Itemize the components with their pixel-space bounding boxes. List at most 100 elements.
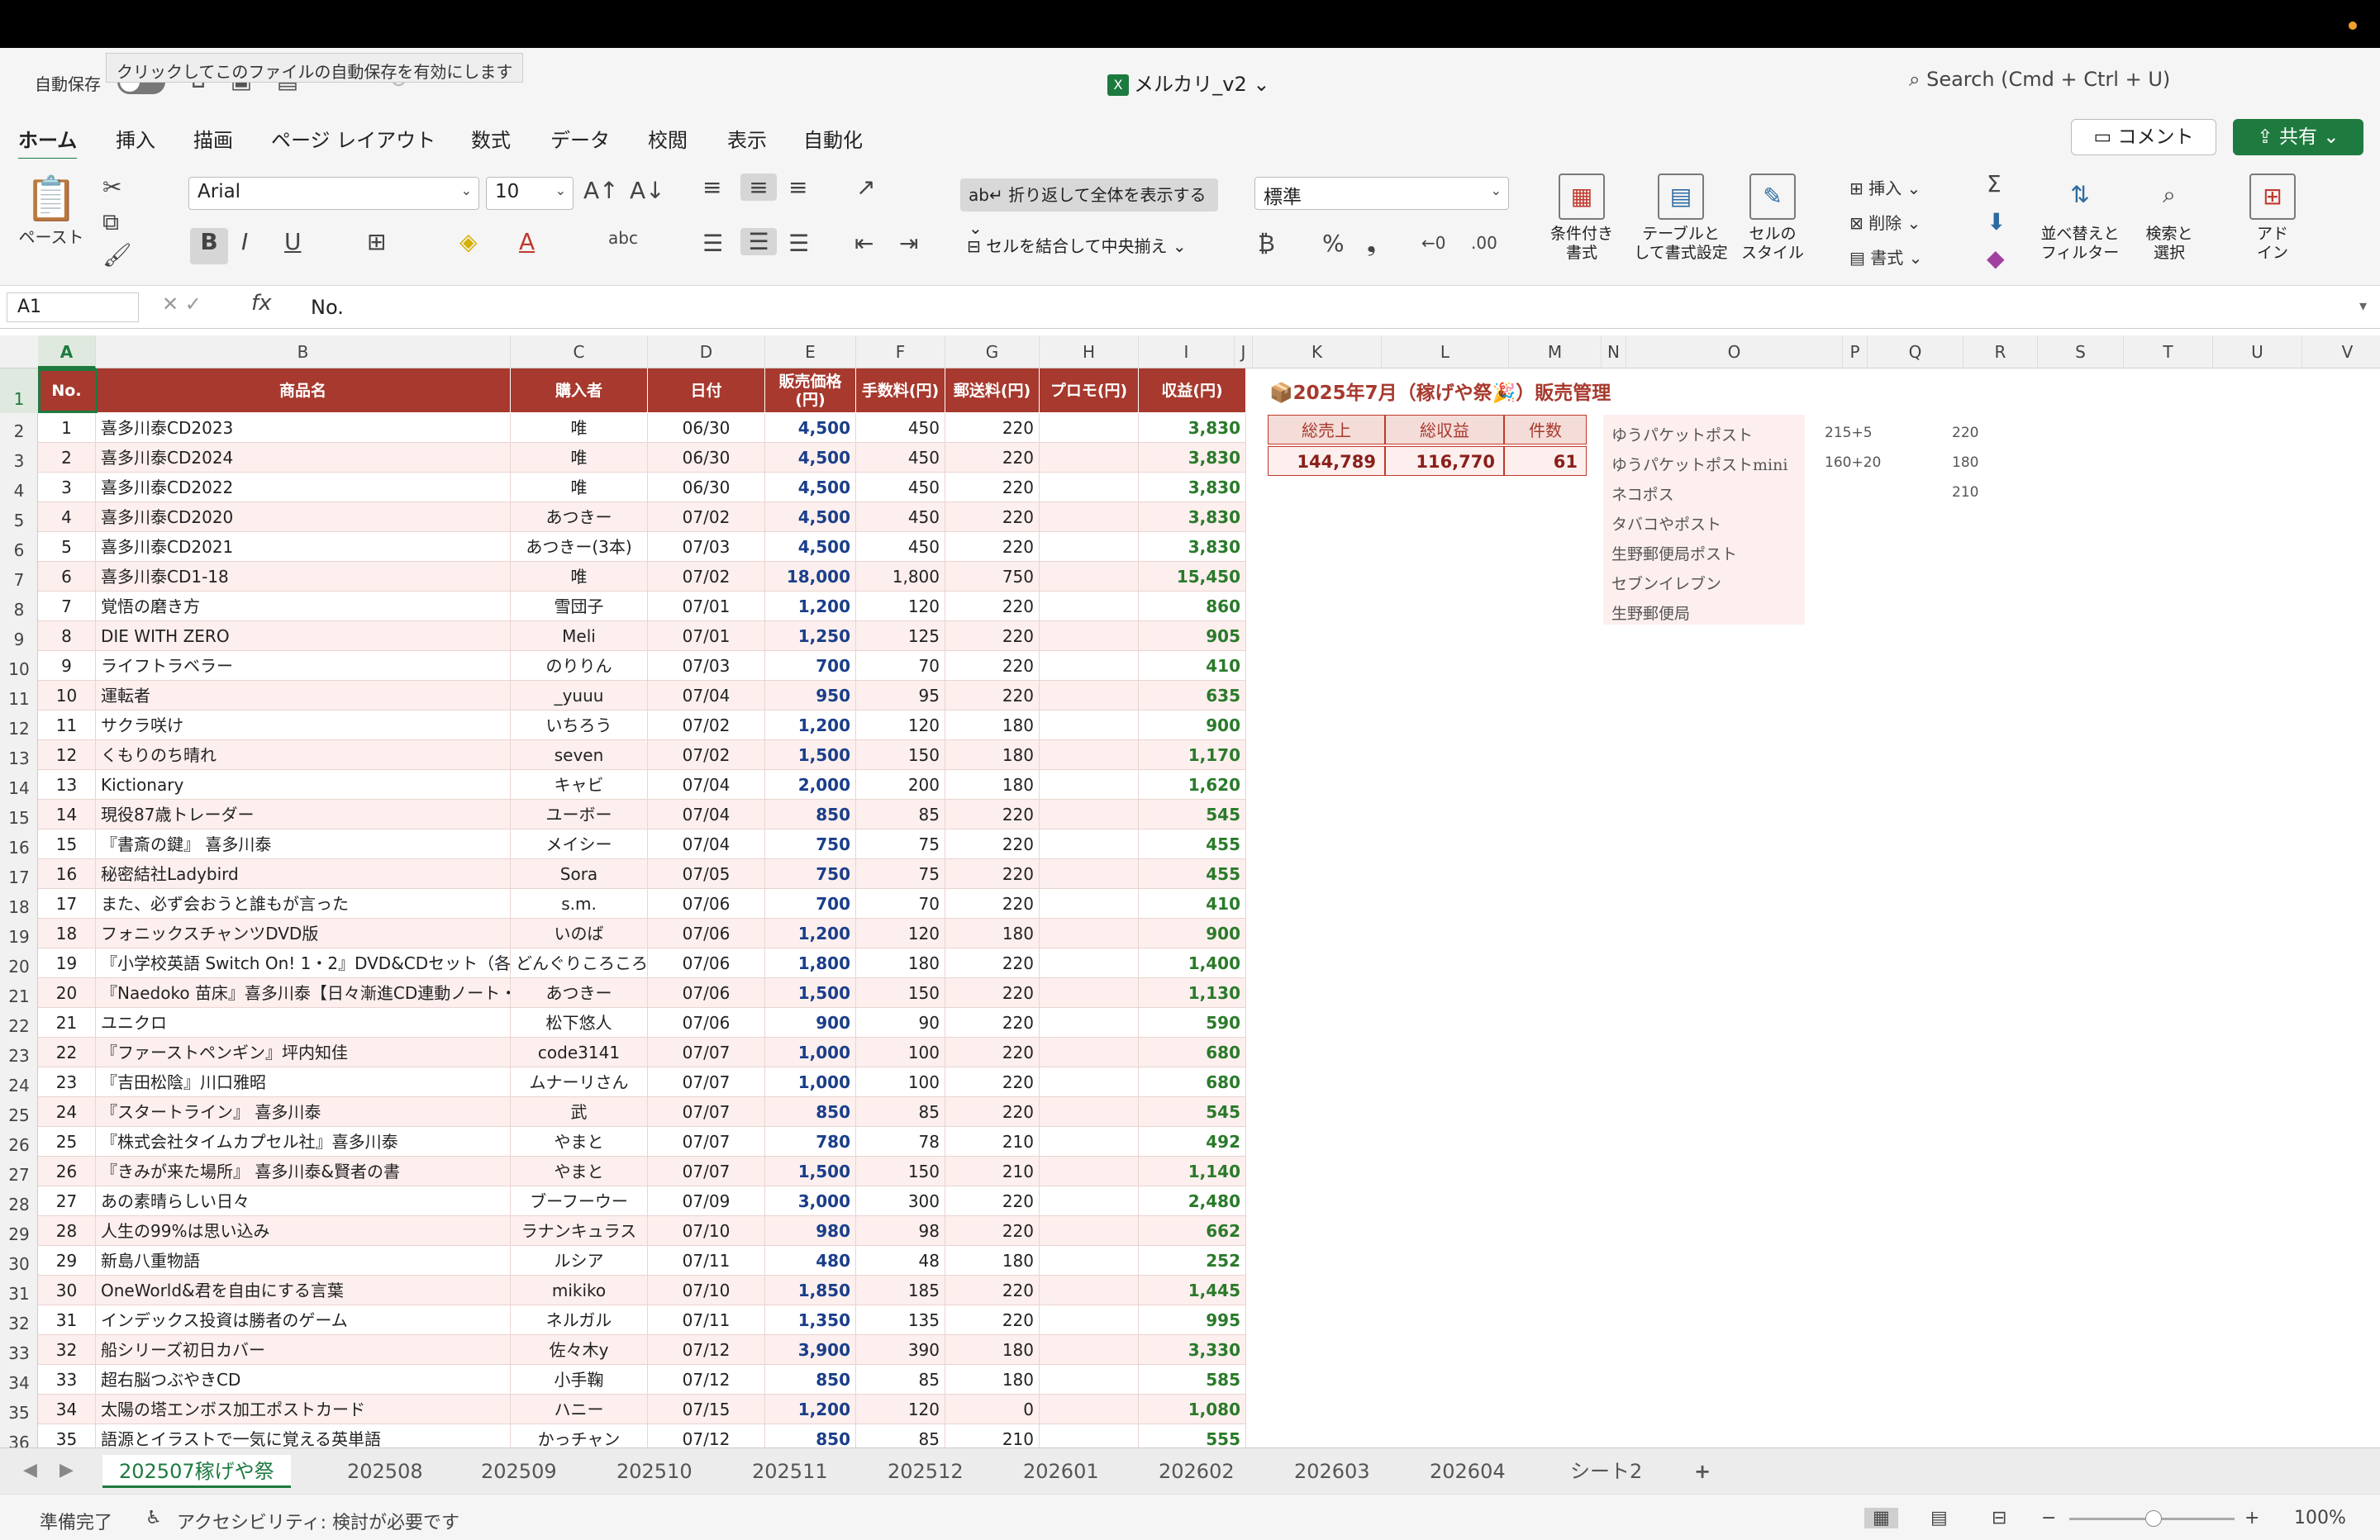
table-cell[interactable]: 人生の99%は思い込み — [96, 1216, 511, 1246]
row-header[interactable]: 30 — [0, 1246, 38, 1276]
table-cell[interactable]: 12 — [38, 740, 96, 770]
row-header[interactable]: 1 — [0, 368, 38, 413]
font-name-select[interactable]: Arial ⌄ — [188, 177, 479, 210]
column-header[interactable]: L — [1382, 335, 1509, 368]
table-cell[interactable]: 98 — [856, 1216, 945, 1246]
sheet-tab-202509[interactable]: 202509 — [464, 1455, 574, 1488]
table-cell[interactable]: ネルガル — [511, 1305, 648, 1335]
table-cell[interactable]: インデックス投資は勝者のゲーム — [96, 1305, 511, 1335]
table-cell[interactable]: 220 — [945, 621, 1040, 651]
zoom-level[interactable]: 100% — [2294, 1508, 2346, 1528]
font-size-select[interactable]: 10 ⌄ — [486, 177, 574, 210]
table-cell[interactable]: 85 — [856, 800, 945, 829]
table-cell[interactable]: 1,000 — [765, 1067, 856, 1097]
table-cell[interactable] — [1040, 859, 1139, 889]
column-header[interactable]: K — [1253, 335, 1382, 368]
shipping-cost[interactable]: 220 — [1952, 425, 1978, 441]
table-cell[interactable]: あつきー — [511, 502, 648, 532]
font-color-icon[interactable]: A — [519, 228, 535, 255]
table-cell[interactable]: 5 — [38, 532, 96, 562]
table-cell[interactable] — [1040, 1335, 1139, 1365]
table-cell[interactable]: 34 — [38, 1395, 96, 1424]
table-cell[interactable]: 850 — [765, 1365, 856, 1395]
table-cell[interactable]: 750 — [945, 562, 1040, 592]
tab-home[interactable]: ホーム — [18, 124, 78, 161]
table-cell[interactable]: 太陽の塔エンボス加工ポストカード — [96, 1395, 511, 1424]
table-cell[interactable]: 33 — [38, 1365, 96, 1395]
table-cell[interactable]: 10 — [38, 681, 96, 711]
phonetic-icon[interactable]: abc — [608, 228, 638, 248]
table-cell[interactable] — [1040, 413, 1139, 443]
table-cell[interactable]: 680 — [1139, 1067, 1246, 1097]
table-cell[interactable]: 480 — [765, 1246, 856, 1276]
table-cell[interactable]: 『きみが来た場所』 喜多川泰&賢者の書 — [96, 1157, 511, 1186]
next-sheet-icon[interactable]: ▶ — [60, 1460, 74, 1481]
table-cell[interactable]: 9 — [38, 651, 96, 681]
column-header[interactable]: M — [1509, 335, 1602, 368]
table-cell[interactable]: 410 — [1139, 889, 1246, 919]
table-cell[interactable]: 22 — [38, 1038, 96, 1067]
table-cell[interactable]: 07/01 — [648, 592, 765, 621]
table-cell[interactable]: 1,080 — [1139, 1395, 1246, 1424]
table-cell[interactable]: 78 — [856, 1127, 945, 1157]
shipping-item[interactable]: セブンイレブン — [1611, 572, 1721, 594]
table-cell[interactable]: 07/15 — [648, 1395, 765, 1424]
table-cell[interactable]: 『ファーストペンギン』坪内知佳 — [96, 1038, 511, 1067]
table-cell[interactable] — [1040, 1097, 1139, 1127]
sheet-tab-202602[interactable]: 202602 — [1142, 1455, 1251, 1488]
fill-color-icon[interactable]: ◈ — [459, 228, 478, 255]
shipping-item[interactable]: ゆうパケットポストmini — [1611, 453, 1787, 475]
row-header[interactable]: 14 — [0, 770, 38, 800]
prev-sheet-icon[interactable]: ◀ — [23, 1460, 37, 1481]
column-header[interactable]: T — [2124, 335, 2213, 368]
table-cell[interactable]: 1,200 — [765, 919, 856, 948]
table-cell[interactable]: 07/04 — [648, 800, 765, 829]
table-cell[interactable] — [1040, 621, 1139, 651]
table-cell[interactable]: 唯 — [511, 562, 648, 592]
table-cell[interactable] — [1040, 502, 1139, 532]
table-cell[interactable]: 680 — [1139, 1038, 1246, 1067]
table-cell[interactable]: 4,500 — [765, 413, 856, 443]
table-cell[interactable]: 覚悟の磨き方 — [96, 592, 511, 621]
table-cell[interactable]: 220 — [945, 1276, 1040, 1305]
column-header[interactable]: O — [1626, 335, 1843, 368]
table-cell[interactable] — [1040, 889, 1139, 919]
sheet-tab-202603[interactable]: 202603 — [1278, 1455, 1387, 1488]
row-header[interactable]: 10 — [0, 651, 38, 681]
percent-icon[interactable]: % — [1322, 230, 1345, 257]
table-cell[interactable]: 220 — [945, 829, 1040, 859]
table-cell[interactable]: 850 — [765, 1424, 856, 1447]
table-cell[interactable]: 35 — [38, 1424, 96, 1447]
table-cell[interactable]: 220 — [945, 592, 1040, 621]
table-cell[interactable]: 3,830 — [1139, 443, 1246, 473]
table-cell[interactable]: 小手鞠 — [511, 1365, 648, 1395]
table-cell[interactable]: 4,500 — [765, 502, 856, 532]
table-cell[interactable]: 1,200 — [765, 1395, 856, 1424]
table-cell[interactable] — [1040, 592, 1139, 621]
column-header[interactable]: I — [1139, 335, 1235, 368]
column-header[interactable]: D — [648, 335, 765, 368]
expand-formula-icon[interactable]: ▾ — [2359, 297, 2367, 315]
summary-value-profit[interactable]: 116,770 — [1385, 446, 1504, 476]
formula-input[interactable]: No. — [311, 296, 344, 319]
table-cell[interactable] — [1040, 1216, 1139, 1246]
table-cell[interactable]: 07/03 — [648, 651, 765, 681]
table-cell[interactable]: 25 — [38, 1127, 96, 1157]
table-cell[interactable]: フォニックスチャンツDVD版 — [96, 919, 511, 948]
table-cell[interactable]: 220 — [945, 502, 1040, 532]
table-cell[interactable] — [1040, 711, 1139, 740]
table-cell[interactable]: 06/30 — [648, 413, 765, 443]
table-cell[interactable]: 07/07 — [648, 1157, 765, 1186]
table-cell[interactable]: 07/02 — [648, 562, 765, 592]
table-cell[interactable]: 21 — [38, 1008, 96, 1038]
table-cell[interactable]: 13 — [38, 770, 96, 800]
table-cell[interactable]: 900 — [1139, 919, 1246, 948]
table-cell[interactable] — [1040, 1424, 1139, 1447]
table-cell[interactable]: 1,250 — [765, 621, 856, 651]
table-cell[interactable]: 220 — [945, 413, 1040, 443]
table-cell[interactable]: 24 — [38, 1097, 96, 1127]
add-sheet-button[interactable]: + — [1678, 1455, 1727, 1488]
table-cell[interactable] — [1040, 740, 1139, 770]
table-cell[interactable] — [1040, 1395, 1139, 1424]
sheet-tab-202601[interactable]: 202601 — [1007, 1455, 1116, 1488]
